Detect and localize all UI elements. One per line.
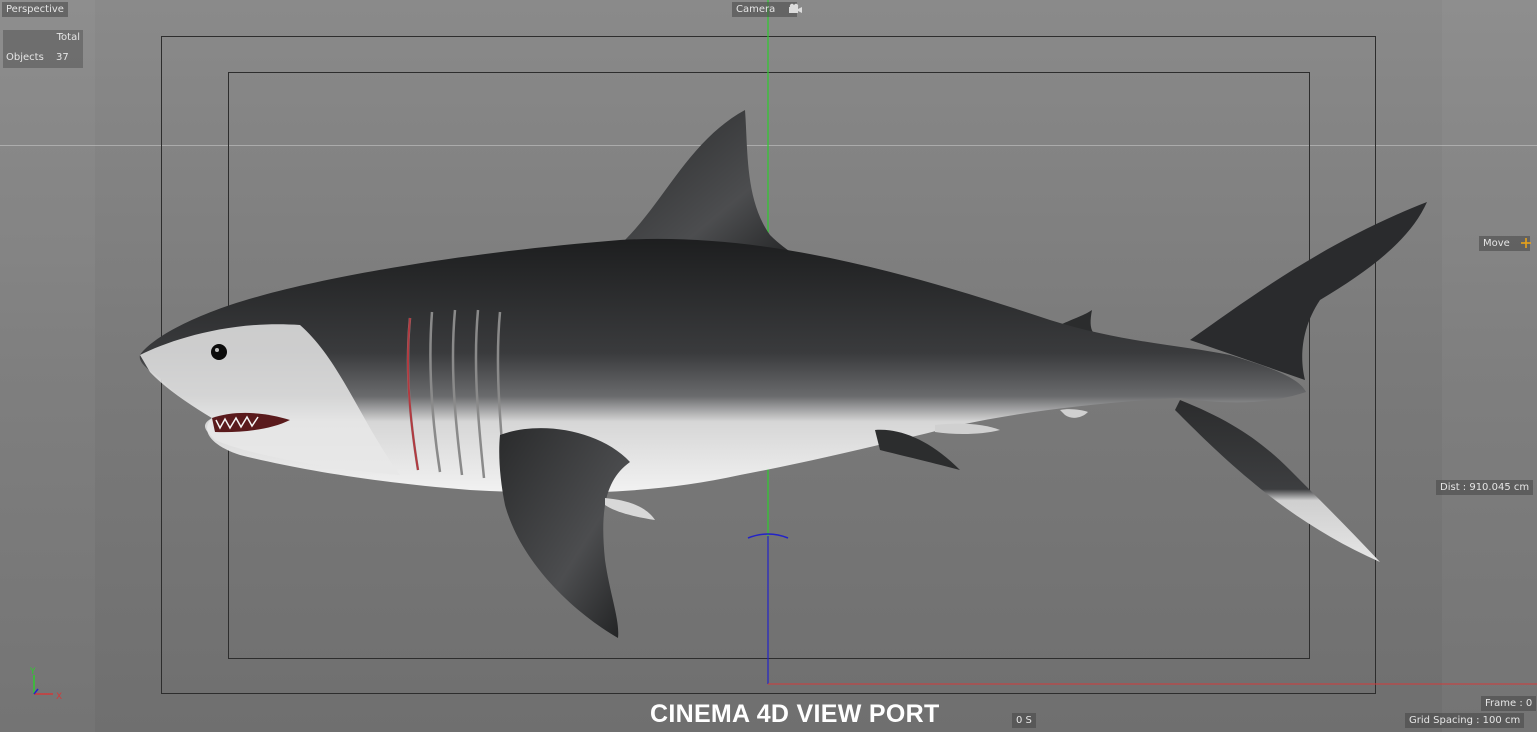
camera-icon xyxy=(789,3,802,13)
active-tool-indicator[interactable]: Move xyxy=(1479,236,1531,251)
viewport-caption: CINEMA 4D VIEW PORT xyxy=(650,700,940,728)
time-readout: 0 S xyxy=(1012,713,1036,728)
camera-label: Camera xyxy=(736,4,776,15)
grid-spacing-readout: Grid Spacing : 100 cm xyxy=(1405,713,1525,728)
view-name-label[interactable]: Perspective xyxy=(2,2,68,17)
scene-canvas: Y X xyxy=(29,0,1537,702)
axis-x-label: X xyxy=(56,692,62,702)
scene-stats-panel: Total Objects 37 xyxy=(3,30,83,68)
pectoral-fin xyxy=(499,428,630,638)
move-icon xyxy=(1521,238,1531,248)
viewport-3d[interactable]: Y X Perspective Total Objects 37 Camera … xyxy=(0,0,1537,732)
camera-distance-readout: Dist : 910.045 cm xyxy=(1436,480,1534,495)
tail-lower-lobe xyxy=(1175,400,1380,562)
axis-y-label: Y xyxy=(29,667,36,677)
tool-label: Move xyxy=(1483,238,1510,249)
stats-total-label: Total xyxy=(56,32,80,43)
stats-objects-label: Objects xyxy=(6,52,44,63)
pelvic-fin xyxy=(875,429,960,470)
stats-objects-count: 37 xyxy=(56,52,69,63)
shark-model[interactable] xyxy=(139,110,1427,638)
axis-gizmo-icon xyxy=(33,675,53,695)
frame-readout: Frame : 0 xyxy=(1481,696,1537,711)
camera-selector[interactable]: Camera xyxy=(732,2,802,17)
tail-upper-lobe xyxy=(1190,202,1427,380)
shark-eye xyxy=(211,344,227,360)
